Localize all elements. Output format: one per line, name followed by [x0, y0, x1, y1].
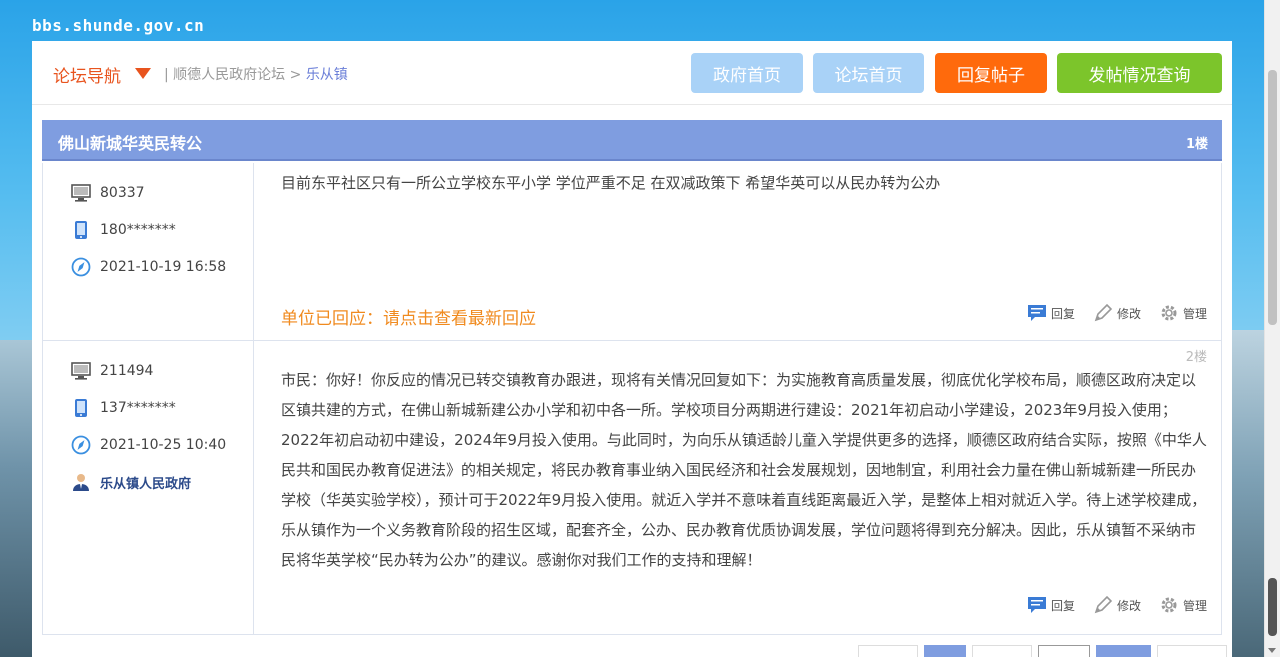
mobile-phone-icon	[71, 220, 91, 240]
breadcrumb-separator: |	[164, 67, 169, 83]
breadcrumb: | 顺德人民政府论坛 > 乐从镇	[164, 64, 348, 84]
scrollbar-thumb[interactable]	[1268, 70, 1277, 325]
breadcrumb-root[interactable]: 顺德人民政府论坛	[173, 67, 285, 83]
background-city-left	[0, 340, 33, 657]
official-reply-link[interactable]: 单位已回应：请点击查看最新回应	[281, 304, 536, 329]
post-unit: 乐从镇人民政府	[100, 476, 192, 492]
page-scrollbar[interactable]	[1264, 0, 1280, 657]
post-phone: 180*******	[100, 222, 176, 238]
breadcrumb-arrow: >	[289, 67, 302, 83]
reply-action-label: 回复	[1050, 306, 1075, 321]
site-domain: bbs.shunde.gov.cn	[32, 16, 205, 35]
thread-title: 佛山新城华英民转公	[58, 134, 203, 153]
reply-action[interactable]: 回复	[1027, 596, 1075, 614]
post-author-info: 211494 137******* 2021-10-25 10:40 乐从镇人民…	[43, 341, 254, 634]
background-city-right	[1232, 330, 1264, 657]
compass-icon	[71, 435, 91, 455]
post-phone: 137*******	[100, 400, 176, 416]
forum-home-button[interactable]: 论坛首页	[813, 53, 924, 93]
post-actions: 回复 修改 管理	[1009, 595, 1207, 615]
post-item: 80337 180******* 2021-10-19 16:58 目前东平社区…	[42, 163, 1222, 341]
post-unit-row: 乐从镇人民政府	[71, 472, 191, 492]
post-content: 市民：你好！你反应的情况已转交镇教育办跟进，现将有关情况回复如下：为实施教育高质…	[281, 371, 1207, 569]
pager-button[interactable]	[1157, 645, 1227, 657]
post-author-info: 80337 180******* 2021-10-19 16:58	[43, 163, 254, 340]
post-phone-row: 137*******	[71, 398, 176, 418]
pager-button[interactable]	[858, 645, 918, 657]
scroll-down-icon[interactable]	[1268, 648, 1276, 653]
speech-bubble-icon	[1027, 305, 1046, 321]
edit-action-label: 修改	[1116, 598, 1141, 613]
floor-number: 2楼	[1185, 350, 1207, 365]
forum-navbar: 论坛导航 | 顺德人民政府论坛 > 乐从镇 政府首页 论坛首页 回复帖子 发帖情…	[32, 41, 1232, 105]
manage-action-label: 管理	[1182, 306, 1207, 321]
monitor-icon	[71, 183, 91, 203]
post-actions: 回复 修改 管理	[1009, 303, 1207, 323]
manage-action[interactable]: 管理	[1159, 595, 1207, 615]
pager-button[interactable]	[924, 645, 966, 657]
reply-post-button[interactable]: 回复帖子	[935, 53, 1047, 93]
caret-down-icon[interactable]	[135, 68, 151, 79]
gear-icon	[1161, 597, 1177, 613]
floor-label: 1楼	[1185, 137, 1208, 152]
reply-action-label: 回复	[1050, 598, 1075, 613]
compass-icon	[71, 257, 91, 277]
forum-nav-title[interactable]: 论坛导航	[53, 62, 121, 87]
official-user-icon	[71, 472, 91, 492]
post-time-row: 2021-10-19 16:58	[71, 257, 226, 277]
gear-icon	[1161, 305, 1177, 321]
post-content: 目前东平社区只有一所公立学校东平小学 学位严重不足 在双减政策下 希望华英可以从…	[281, 174, 941, 192]
manage-action-label: 管理	[1182, 598, 1207, 613]
post-datetime: 2021-10-19 16:58	[100, 259, 227, 275]
post-id: 211494	[100, 363, 154, 379]
pager-button[interactable]	[1038, 645, 1090, 657]
post-id: 80337	[100, 185, 145, 201]
reply-action[interactable]: 回复	[1027, 304, 1075, 322]
post-item: 211494 137******* 2021-10-25 10:40 乐从镇人民…	[42, 341, 1222, 635]
speech-bubble-icon	[1027, 597, 1046, 613]
gov-home-button[interactable]: 政府首页	[691, 53, 803, 93]
post-status-query-button[interactable]: 发帖情况查询	[1057, 53, 1222, 93]
edit-action[interactable]: 修改	[1093, 595, 1141, 615]
mobile-phone-icon	[71, 398, 91, 418]
manage-action[interactable]: 管理	[1159, 303, 1207, 323]
pager-button[interactable]	[1096, 645, 1151, 657]
edit-action[interactable]: 修改	[1093, 303, 1141, 323]
thread-header: 佛山新城华英民转公 1楼	[42, 120, 1222, 161]
post-id-row: 211494	[71, 361, 153, 381]
post-phone-row: 180*******	[71, 220, 176, 240]
pagination	[858, 645, 1233, 657]
forum-panel: 论坛导航 | 顺德人民政府论坛 > 乐从镇 政府首页 论坛首页 回复帖子 发帖情…	[32, 41, 1232, 657]
pager-button[interactable]	[972, 645, 1032, 657]
post-time-row: 2021-10-25 10:40	[71, 435, 226, 455]
post-id-row: 80337	[71, 183, 145, 203]
scrollbar-thumb-active[interactable]	[1268, 578, 1277, 636]
edit-action-label: 修改	[1116, 306, 1141, 321]
pencil-icon	[1094, 595, 1113, 614]
post-datetime: 2021-10-25 10:40	[100, 437, 227, 453]
monitor-icon	[71, 361, 91, 381]
breadcrumb-current[interactable]: 乐从镇	[306, 67, 348, 83]
pencil-icon	[1094, 303, 1113, 322]
